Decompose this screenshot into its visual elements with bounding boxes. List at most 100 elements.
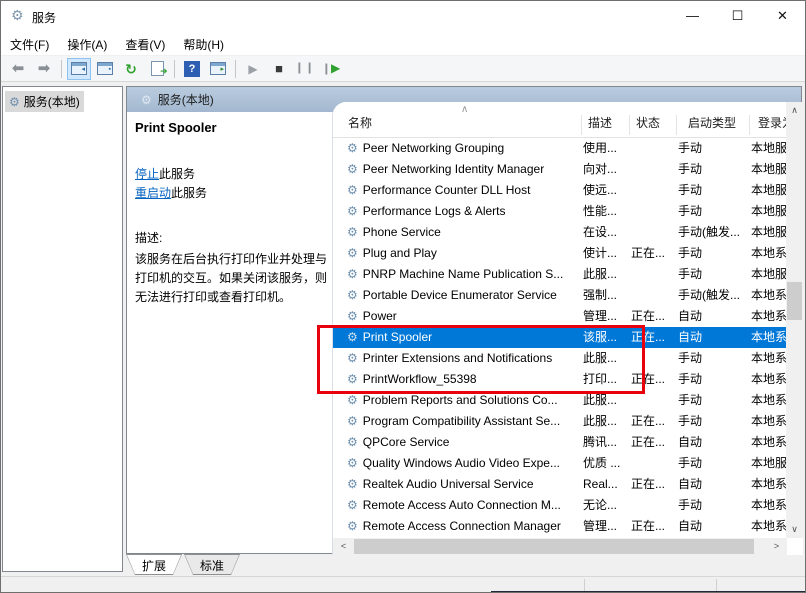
stop-service-link[interactable]: 停止	[135, 167, 159, 181]
table-row[interactable]: ⚙Phone Service 在设... 手动(触发... 本地服务	[333, 222, 787, 243]
service-name: Printer Extensions and Notifications	[363, 351, 552, 365]
pane-header-title: 服务(本地)	[158, 91, 214, 108]
column-separator[interactable]	[581, 115, 582, 135]
window-title: 服务	[32, 9, 56, 26]
column-header-status[interactable]: 状态	[636, 114, 660, 131]
service-logon-cell: 本地系统	[751, 516, 787, 537]
table-row[interactable]: ⚙Printer Extensions and Notifications 此服…	[333, 348, 787, 369]
column-header-startup-type[interactable]: 启动类型	[688, 114, 736, 131]
column-header-name[interactable]: 名称	[348, 114, 372, 131]
forward-icon: ➡	[38, 61, 51, 76]
content-pane: ⚙ 服务(本地) Print Spooler 停止此服务 重启动此服务 描述: …	[126, 86, 802, 554]
minimize-button[interactable]: —	[670, 1, 715, 31]
properties-button[interactable]: ▪	[93, 58, 117, 80]
column-separator[interactable]	[749, 115, 750, 135]
table-row[interactable]: ⚙Portable Device Enumerator Service 强制..…	[333, 285, 787, 306]
scroll-right-icon[interactable]: >	[768, 538, 785, 555]
table-row[interactable]: ⚙Remote Access Auto Connection M... 无论..…	[333, 495, 787, 516]
service-name: Remote Access Auto Connection M...	[363, 498, 561, 512]
service-status-cell	[631, 264, 676, 285]
service-status-cell: 正在...	[631, 432, 676, 453]
help-button[interactable]: ?	[180, 58, 204, 80]
service-logon-cell: 本地系统	[751, 369, 787, 390]
table-row[interactable]: ⚙Print Spooler 该服... 正在... 自动 本地系统	[333, 327, 787, 348]
table-row[interactable]: ⚙Peer Networking Grouping 使用... 手动 本地服务	[333, 138, 787, 159]
tree-item-label: 服务(本地)	[24, 93, 80, 110]
start-service-button[interactable]: ▶	[241, 58, 265, 80]
table-row[interactable]: ⚙Performance Counter DLL Host 使远... 手动 本…	[333, 180, 787, 201]
back-icon: ⬅	[12, 61, 25, 76]
service-description-cell: 管理...	[583, 516, 629, 537]
service-startup-cell: 自动	[678, 306, 749, 327]
table-row[interactable]: ⚙Quality Windows Audio Video Expe... 优质 …	[333, 453, 787, 474]
service-gear-icon: ⚙	[347, 267, 358, 281]
service-logon-cell: 本地服务	[751, 222, 787, 243]
stop-service-button[interactable]: ■	[267, 58, 291, 80]
service-status-cell	[631, 285, 676, 306]
refresh-button[interactable]: ↻	[119, 58, 143, 80]
table-row[interactable]: ⚙PNRP Machine Name Publication S... 此服..…	[333, 264, 787, 285]
scroll-down-icon[interactable]: ∨	[786, 521, 803, 538]
tree-item-services-local[interactable]: ⚙ 服务(本地)	[5, 91, 84, 112]
service-status-cell	[631, 222, 676, 243]
service-gear-icon: ⚙	[347, 183, 358, 197]
back-button[interactable]: ⬅	[6, 58, 30, 80]
service-logon-cell: 本地服务	[751, 453, 787, 474]
table-row[interactable]: ⚙Remote Access Connection Manager 管理... …	[333, 516, 787, 537]
column-separator[interactable]	[676, 115, 677, 135]
export-list-button[interactable]	[145, 58, 169, 80]
service-logon-cell: 本地服务	[751, 264, 787, 285]
table-row[interactable]: ⚙Plug and Play 使计... 正在... 手动 本地系统	[333, 243, 787, 264]
table-row[interactable]: ⚙Peer Networking Identity Manager 向对... …	[333, 159, 787, 180]
pause-service-button[interactable]: ❙❙	[293, 58, 317, 80]
service-gear-icon: ⚙	[347, 204, 358, 218]
table-row[interactable]: ⚙Performance Logs & Alerts 性能... 手动 本地服务	[333, 201, 787, 222]
table-row[interactable]: ⚙Realtek Audio Universal Service Real...…	[333, 474, 787, 495]
table-row[interactable]: ⚙QPCore Service 腾讯... 正在... 自动 本地系统	[333, 432, 787, 453]
service-description-cell: 使用...	[583, 138, 629, 159]
tab-extended[interactable]: 扩展	[126, 554, 182, 575]
service-startup-cell: 手动	[678, 390, 749, 411]
restart-service-button[interactable]: ❙▶	[319, 58, 343, 80]
vertical-scroll-thumb[interactable]	[787, 282, 802, 320]
service-name: Peer Networking Identity Manager	[363, 162, 544, 176]
menu-item[interactable]: 查看(V)	[116, 31, 174, 57]
service-status-cell: 正在...	[631, 306, 676, 327]
tab-standard[interactable]: 标准	[184, 554, 240, 575]
service-description-cell: 使远...	[583, 180, 629, 201]
column-separator[interactable]	[629, 115, 630, 135]
restart-service-link[interactable]: 重启动	[135, 186, 171, 200]
horizontal-scrollbar[interactable]: < >	[333, 538, 787, 555]
stop-link-suffix: 此服务	[159, 167, 195, 181]
vertical-scrollbar[interactable]: ∧ ∨	[786, 102, 803, 538]
scroll-up-icon[interactable]: ∧	[786, 102, 803, 119]
service-gear-icon: ⚙	[347, 225, 358, 239]
table-row[interactable]: ⚙Problem Reports and Solutions Co... 此服.…	[333, 390, 787, 411]
forward-button[interactable]: ➡	[32, 58, 56, 80]
service-startup-cell: 手动	[678, 453, 749, 474]
menu-item[interactable]: 帮助(H)	[174, 31, 233, 57]
service-description-cell: 使计...	[583, 243, 629, 264]
table-row[interactable]: ⚙Program Compatibility Assistant Se... 此…	[333, 411, 787, 432]
service-gear-icon: ⚙	[347, 372, 358, 386]
service-gear-icon: ⚙	[347, 414, 358, 428]
maximize-button[interactable]: ☐	[715, 1, 760, 31]
table-row[interactable]: ⚙PrintWorkflow_55398 打印... 正在... 手动 本地系统	[333, 369, 787, 390]
service-logon-cell: 本地系统	[751, 306, 787, 327]
service-logon-cell: 本地服务	[751, 180, 787, 201]
service-description-cell: 腾讯...	[583, 432, 629, 453]
menu-item[interactable]: 文件(F)	[1, 31, 58, 57]
toolbar-separator	[174, 60, 175, 78]
table-row[interactable]: ⚙Power 管理... 正在... 自动 本地系统	[333, 306, 787, 327]
horizontal-scroll-thumb[interactable]	[354, 539, 754, 554]
service-description-cell: 此服...	[583, 411, 629, 432]
show-console-tree-button[interactable]: ◂	[67, 58, 91, 80]
scroll-left-icon[interactable]: <	[335, 538, 352, 555]
show-action-pane-button[interactable]: ▸	[206, 58, 230, 80]
service-startup-cell: 手动	[678, 348, 749, 369]
service-status-cell	[631, 138, 676, 159]
menu-item[interactable]: 操作(A)	[58, 31, 116, 57]
service-gear-icon: ⚙	[347, 141, 358, 155]
column-header-description[interactable]: 描述	[588, 114, 612, 131]
close-button[interactable]: ✕	[760, 1, 805, 31]
